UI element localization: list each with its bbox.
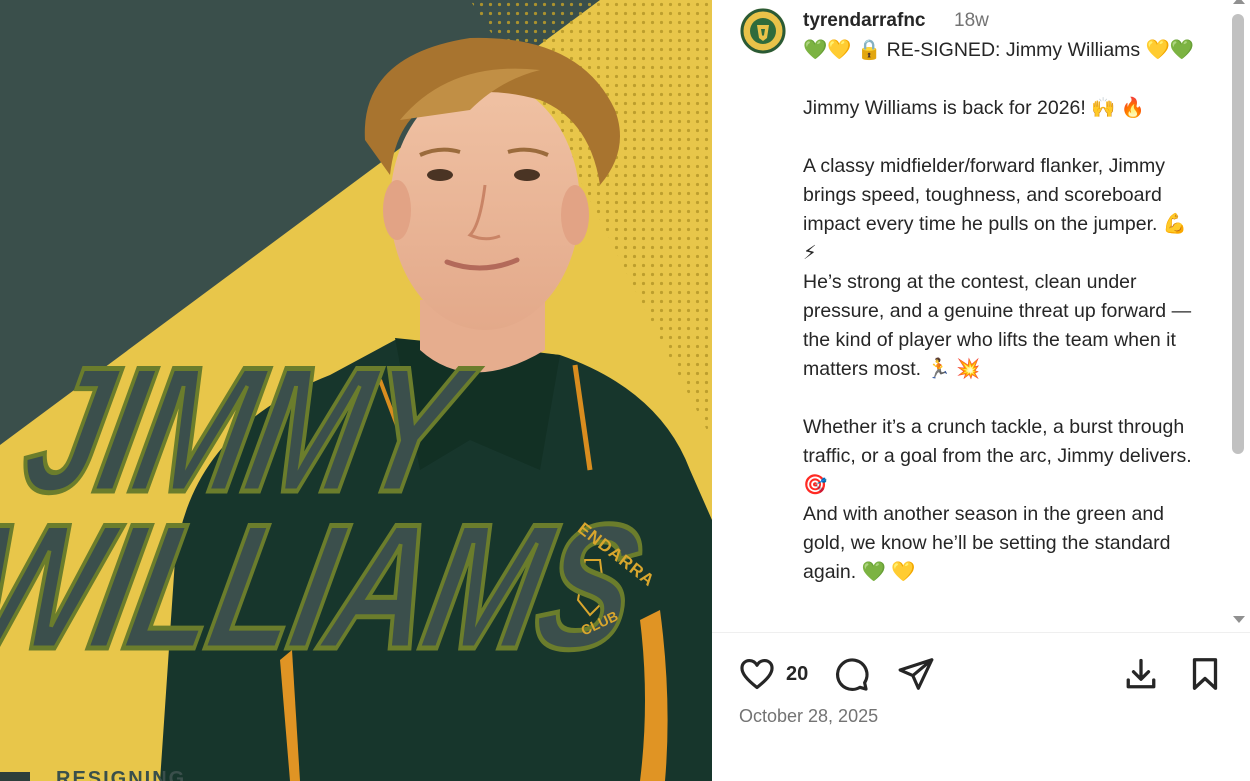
scroll-down-icon[interactable] [1233,616,1245,623]
comment-icon [835,658,869,691]
bookmark-icon [1192,658,1218,690]
share-button[interactable] [896,654,936,694]
download-icon [1126,658,1156,689]
bottom-tag-text: RESIGNING [56,768,187,781]
share-icon [898,658,934,690]
name-line-1: JIMMY [7,328,478,531]
save-button[interactable] [1185,654,1225,694]
post-date[interactable]: October 28, 2025 [739,706,878,727]
like-button[interactable] [737,654,777,694]
post-time-ago[interactable]: 18w [954,10,989,32]
like-count[interactable]: 20 [786,663,808,686]
heart-icon [740,658,774,690]
bottom-tag-marker [0,772,30,781]
post-username[interactable]: tyrendarrafnc [803,10,926,32]
caption-scroll-area[interactable]: tyrendarrafnc 18w 💚💛 🔒 RE-SIGNED: Jimmy … [712,0,1232,630]
player-name-graphic: JIMMY WILLIAMS [0,328,681,688]
comment-button[interactable] [831,654,871,694]
post-caption: 💚💛 🔒 RE-SIGNED: Jimmy Williams 💛💚 Jimmy … [803,39,1195,583]
scrollbar-thumb[interactable] [1232,14,1244,454]
divider [712,632,1250,633]
download-button[interactable] [1121,654,1161,694]
avatar[interactable] [740,8,786,54]
post-image[interactable]: JIMMY WILLIAMS ENDARRA CLUB RESIGNING [0,0,712,781]
scroll-up-icon[interactable] [1233,0,1245,4]
club-logo-icon [740,8,786,54]
post-actions-bar: 20 [712,650,1250,700]
name-line-2: WILLIAMS [0,484,655,687]
